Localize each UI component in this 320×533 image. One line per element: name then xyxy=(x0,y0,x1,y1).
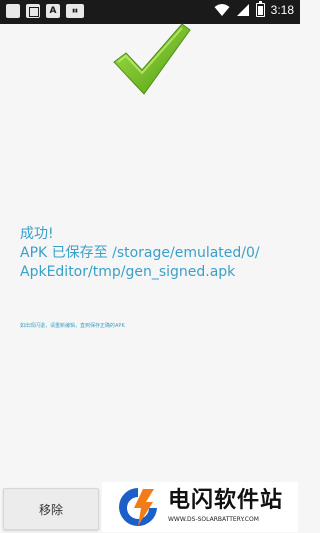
watermark-title: 电闪软件站 xyxy=(168,488,284,513)
image-icon xyxy=(6,4,20,18)
box-icon xyxy=(26,4,40,18)
signal-icon xyxy=(236,4,249,16)
media-icon: ▮▮ xyxy=(66,4,84,18)
hint-note: 如出现闪退，请重新编辑，直到保存正确的APK xyxy=(20,323,125,329)
system-icons: 3:18 xyxy=(214,1,294,17)
a-icon: A xyxy=(46,4,60,18)
battery-icon xyxy=(255,1,265,17)
watermark-logo-icon xyxy=(119,488,157,526)
save-path-line1: APK 已保存至 /storage/emulated/0/ xyxy=(20,245,260,261)
watermark: 电闪软件站 WWW.DS-SOLARBATTERY.COM xyxy=(102,482,298,532)
success-check-icon xyxy=(113,23,191,95)
watermark-subtitle: WWW.DS-SOLARBATTERY.COM xyxy=(168,516,259,523)
save-path-line2: ApkEditor/tmp/gen_signed.apk xyxy=(20,264,236,280)
wifi-icon xyxy=(214,4,230,16)
clock: 3:18 xyxy=(270,3,294,17)
notification-icons: A ▮▮ xyxy=(6,4,84,18)
result-message: 成功! APK 已保存至 /storage/emulated/0/ ApkEdi… xyxy=(20,225,290,282)
success-title: 成功! xyxy=(20,226,54,242)
remove-button[interactable]: 移除 xyxy=(3,488,99,530)
status-bar: A ▮▮ 3:18 xyxy=(0,0,300,24)
